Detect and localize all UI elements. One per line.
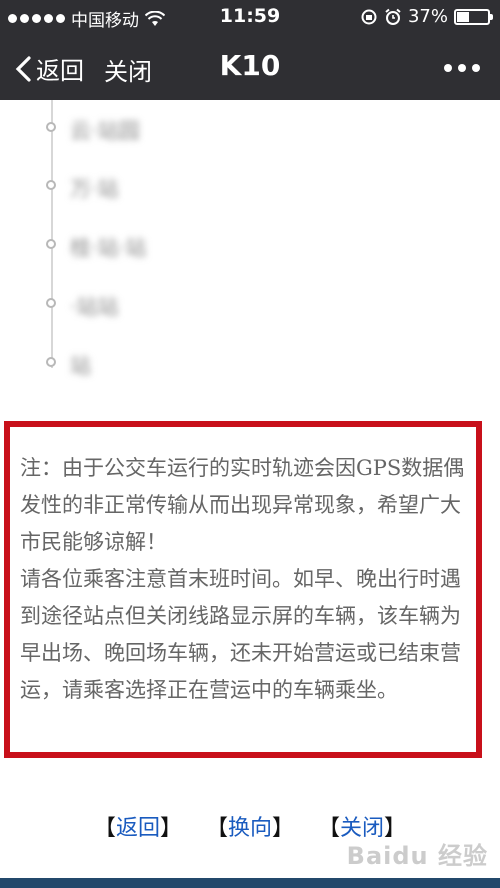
baidu-watermark: Baidu 经验 [346, 842, 488, 870]
battery-icon [454, 8, 493, 25]
stop-name: 桂·站·站 [70, 236, 147, 260]
back-button[interactable]: 返回 [14, 51, 84, 86]
close-button[interactable]: 关闭 [104, 52, 152, 87]
status-bar: 中国移动 11:59 37% [0, 0, 500, 34]
stop-name: ·站站 [70, 295, 119, 319]
notice-paragraph: 注：由于公交车运行的实时轨迹会因GPS数据偶发性的非正常传输从而出现异常现象，希… [20, 456, 465, 554]
bottom-strip [0, 878, 500, 888]
stop-dot-icon [46, 357, 56, 367]
switch-direction-link[interactable]: 换向 [228, 816, 272, 841]
nav-bar: 返回 关闭 K10 [0, 34, 500, 100]
stop-item[interactable]: 云·站园 [44, 108, 344, 148]
stop-dot-icon [46, 180, 56, 190]
notice-box: 注：由于公交车运行的实时轨迹会因GPS数据偶发性的非正常传输从而出现异常现象，希… [4, 421, 482, 758]
stop-name: 云·站园 [70, 119, 140, 143]
status-right: 37% [360, 6, 493, 27]
stop-dot-icon [46, 298, 56, 308]
notice-text: 注：由于公交车运行的实时轨迹会因GPS数据偶发性的非正常传输从而出现异常现象，希… [20, 450, 468, 709]
stop-dot-icon [46, 239, 56, 249]
screen: 中国移动 11:59 37% 返回 关闭 K10 云·站园 万·站 桂·站·站 … [0, 0, 500, 888]
back-link-group: 【返回】 [93, 816, 182, 841]
stop-item[interactable]: ·站站 [44, 284, 344, 324]
orientation-lock-icon [361, 9, 377, 24]
switch-direction-link-group: 【换向】 [205, 816, 295, 841]
chevron-left-icon [15, 55, 31, 82]
more-options-icon[interactable] [444, 64, 480, 72]
battery-percent: 37% [407, 6, 448, 27]
stop-item[interactable]: 站 [44, 343, 344, 383]
stop-item[interactable]: 万·站 [44, 166, 344, 206]
stop-item[interactable]: 桂·站·站 [44, 225, 344, 265]
notice-paragraph: 请各位乘客注意首末班时间。如早、晚出行时遇到途径站点但关闭线路显示屏的车辆，该车… [20, 567, 461, 702]
stop-list: 云·站园 万·站 桂·站·站 ·站站 站 [0, 100, 500, 400]
alarm-icon [385, 8, 401, 25]
back-link[interactable]: 返回 [116, 816, 160, 841]
back-label: 返回 [36, 57, 84, 85]
stop-name: 站 [70, 354, 91, 378]
stop-name: 万·站 [70, 177, 119, 201]
stop-dot-icon [46, 122, 56, 132]
